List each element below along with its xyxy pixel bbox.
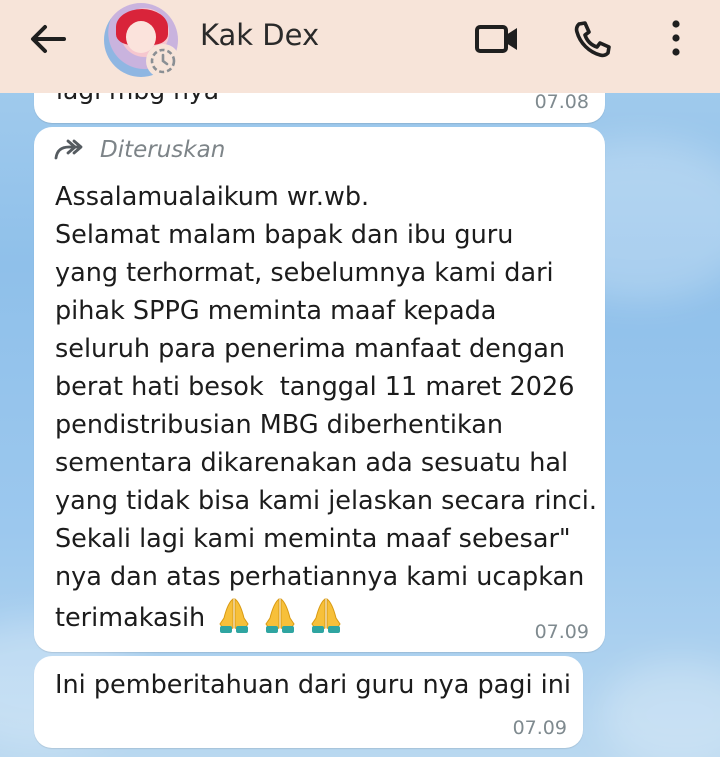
message-time: 07.09: [534, 621, 589, 643]
video-call-button[interactable]: [474, 22, 520, 56]
message-text: Assalamualaikum wr.wb. Selamat malam bap…: [55, 178, 597, 634]
message-line: yang terhormat, sebelumnya kami dari: [55, 258, 554, 288]
message-line-last: terimakasih: [55, 596, 595, 634]
message-time: 07.09: [512, 717, 567, 739]
arrow-left-icon: [31, 25, 66, 53]
message-line: nya dan atas perhatiannya kami ucapkan: [55, 562, 585, 592]
message-line: berat hati besok tanggal 11 maret 2026: [55, 372, 575, 402]
more-options-button[interactable]: [664, 18, 688, 58]
chat-header: Kak Dex: [0, 0, 720, 93]
message-time: 07.08: [534, 91, 589, 113]
message-line: pihak SPPG meminta maaf kepada: [55, 296, 497, 326]
folded-hands-emoji-icon: [219, 597, 249, 633]
forwarded-label-text: Diteruskan: [100, 137, 226, 163]
folded-hands-emoji-icon: [265, 597, 295, 633]
voice-call-button[interactable]: [572, 20, 612, 58]
back-button[interactable]: [28, 22, 68, 56]
contact-name[interactable]: Kak Dex: [200, 18, 319, 52]
message-line-text: terimakasih: [55, 603, 206, 633]
message-line: seluruh para penerima manfaat dengan: [55, 334, 565, 364]
more-vertical-icon: [672, 20, 680, 56]
message-line: pendistribusian MBG diberhentikan: [55, 410, 504, 440]
phone-icon: [574, 21, 611, 58]
message-text: Ini pemberitahuan dari guru nya pagi ini: [55, 670, 571, 700]
folded-hands-emoji-icon: [311, 597, 341, 633]
video-camera-icon: [475, 25, 517, 53]
message-line: Assalamualaikum wr.wb.: [55, 182, 370, 212]
status-badge[interactable]: [146, 44, 180, 78]
message-line: Selamat malam bapak dan ibu guru: [55, 220, 514, 250]
message-line: yang tidak bisa kami jelaskan secara rin…: [55, 486, 597, 516]
message-bubble-forwarded[interactable]: Diteruskan Assalamualaikum wr.wb. Selama…: [34, 127, 605, 652]
emoji-group: [217, 596, 343, 634]
message-line: Sekali lagi kami meminta maaf sebesar": [55, 524, 571, 554]
message-bubble-last[interactable]: Ini pemberitahuan dari guru nya pagi ini…: [34, 656, 583, 748]
forward-icon: [54, 139, 83, 160]
forwarded-label: Diteruskan: [54, 136, 225, 164]
message-line: sementara dikarenakan ada sesuatu hal: [55, 448, 569, 478]
status-ring-icon: [150, 48, 176, 74]
